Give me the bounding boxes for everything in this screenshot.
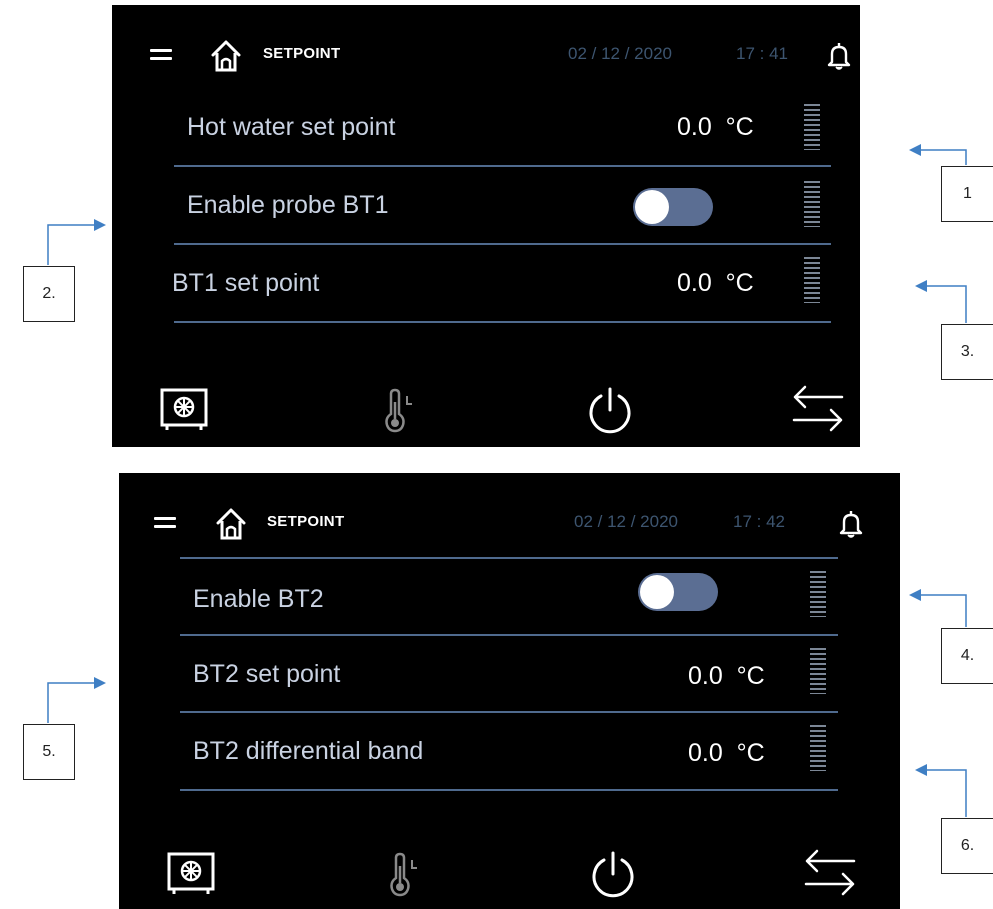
callout-2: 2. bbox=[23, 266, 75, 322]
callout-4: 4. bbox=[941, 628, 993, 684]
callout-connectors bbox=[47, 144, 967, 817]
callout-5: 5. bbox=[23, 724, 75, 780]
callout-1: 1 bbox=[941, 166, 993, 222]
callout-3: 3. bbox=[941, 324, 993, 380]
callout-6: 6. bbox=[941, 818, 993, 874]
